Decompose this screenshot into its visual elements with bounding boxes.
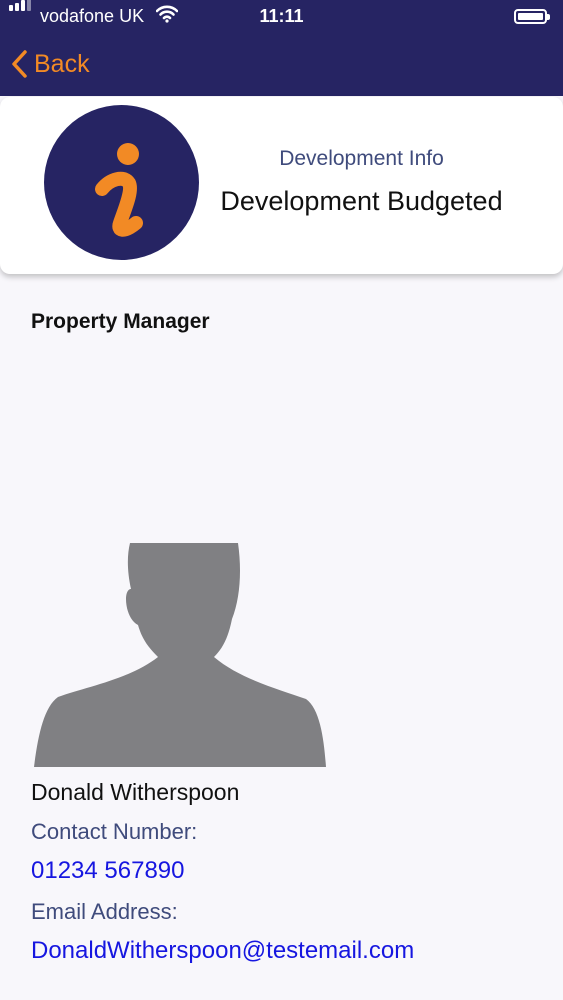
battery-icon	[514, 9, 550, 24]
development-info-card: Development Info Development Budgeted	[0, 97, 563, 274]
person-silhouette-icon	[34, 543, 326, 767]
back-button[interactable]: Back	[10, 46, 90, 82]
card-subtitle: Development Info	[279, 147, 444, 170]
navigation-bar: vodafone UK 11:11 Back	[0, 0, 563, 96]
clock: 11:11	[259, 6, 304, 26]
manager-name: Donald Witherspoon	[31, 779, 240, 805]
email-address-label: Email Address:	[31, 899, 178, 924]
card-title: Development Budgeted	[220, 186, 503, 216]
back-label: Back	[34, 49, 90, 78]
email-link[interactable]: DonaldWitherspoon@testemail.com	[31, 937, 414, 965]
status-bar: vodafone UK 11:11	[0, 0, 563, 32]
contact-number-label: Contact Number:	[31, 819, 198, 844]
phone-link[interactable]: 01234 567890	[31, 857, 185, 885]
info-icon	[44, 105, 199, 260]
section-title: Property Manager	[31, 310, 210, 333]
chevron-left-icon	[12, 50, 27, 78]
